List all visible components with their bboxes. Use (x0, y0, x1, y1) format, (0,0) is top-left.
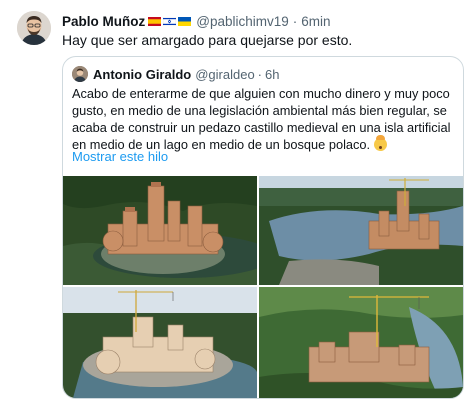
quote-separator-dot: · (257, 66, 263, 82)
avatar[interactable] (17, 11, 51, 45)
show-thread-link[interactable]: Mostrar este hilo (72, 149, 168, 164)
tweet-header: Pablo Muñoz @pablichimv19 · 6min (62, 11, 331, 31)
quote-author-name[interactable]: Antonio Giraldo (93, 67, 191, 82)
tweet-text: Hay que ser amargado para quejarse por e… (62, 32, 353, 48)
israel-flag-icon (163, 16, 177, 26)
author-handle[interactable]: @pablichimv19 (196, 14, 289, 29)
castle-photo-construction[interactable] (63, 287, 257, 398)
castle-photo-aerial-forest[interactable] (63, 176, 257, 285)
tweet-timestamp[interactable]: 6min (301, 14, 330, 29)
castle-photo-crane-forest[interactable] (259, 287, 463, 398)
separator-dot: · (292, 13, 298, 29)
castle-photo-lake-view[interactable] (259, 176, 463, 285)
quote-text-content: Acabo de enterarme de que alguien con mu… (72, 86, 451, 152)
ukraine-flag-icon (178, 16, 192, 26)
photo-grid (63, 176, 463, 398)
tweet[interactable]: Pablo Muñoz @pablichimv19 · 6min Hay que… (0, 0, 474, 404)
exploding-head-emoji-icon (373, 135, 387, 151)
quoted-tweet[interactable]: Antonio Giraldo @giraldeo · 6h Acabo de … (62, 56, 464, 399)
spain-flag-icon (148, 16, 162, 26)
quote-avatar (72, 66, 88, 82)
quote-author-handle[interactable]: @giraldeo (195, 67, 254, 82)
quote-text: Acabo de enterarme de que alguien con mu… (72, 85, 458, 153)
author-name[interactable]: Pablo Muñoz (62, 14, 145, 29)
quote-timestamp[interactable]: 6h (265, 67, 279, 82)
quote-header: Antonio Giraldo @giraldeo · 6h (72, 65, 279, 83)
